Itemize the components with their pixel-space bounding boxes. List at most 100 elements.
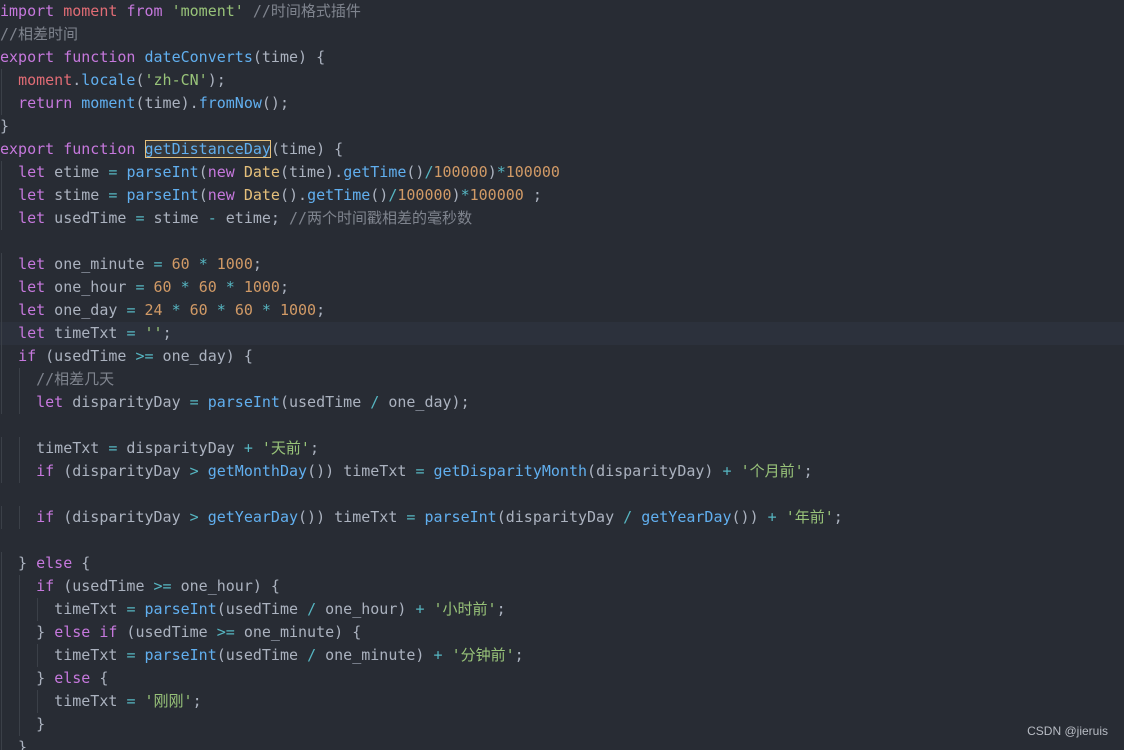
indent-guide — [1, 437, 2, 460]
indent-guide — [19, 391, 20, 414]
text-token: etime; — [216, 209, 289, 227]
code-line[interactable] — [0, 529, 1124, 552]
code-line[interactable]: return moment(time).fromNow(); — [0, 92, 1124, 115]
text-token: timeTxt — [0, 439, 109, 457]
code-line[interactable]: let one_minute = 60 * 1000; — [0, 253, 1124, 276]
function-token: fromNow — [198, 94, 262, 112]
number-token: 100000 — [505, 163, 560, 181]
operator-token: / — [623, 508, 633, 526]
function-token: parseInt — [144, 600, 217, 618]
code-line[interactable]: let usedTime = stime - etime; //两个时间戳相差的… — [0, 207, 1124, 230]
code-line[interactable]: } — [0, 115, 1124, 138]
keyword-token: let — [18, 278, 46, 296]
code-line[interactable]: } else { — [0, 552, 1124, 575]
code-line[interactable]: export function getDistanceDay(time) { — [0, 138, 1124, 161]
code-line[interactable]: } — [0, 713, 1124, 736]
indent-guide — [1, 161, 2, 184]
code-line[interactable] — [0, 483, 1124, 506]
number-token: 60 — [189, 301, 208, 319]
function-token: getDisparityMonth — [433, 462, 588, 480]
text-token: (disparityDay — [54, 462, 190, 480]
text-token: (usedTime — [117, 623, 217, 641]
punctuation-token: ; — [252, 255, 262, 273]
code-line[interactable]: let timeTxt = ''; — [0, 322, 1124, 345]
code-line[interactable]: if (disparityDay > getYearDay()) timeTxt… — [0, 506, 1124, 529]
indent-guide — [1, 345, 2, 368]
keyword-token: let — [36, 393, 64, 411]
code-area[interactable]: import moment from 'moment' //时间格式插件 //相差… — [0, 0, 1124, 750]
text-token: disparityDay — [117, 439, 244, 457]
indent-guide — [19, 368, 20, 391]
indent-guide — [1, 575, 2, 598]
code-line[interactable]: } else { — [0, 667, 1124, 690]
indent-guide — [19, 667, 20, 690]
code-line[interactable]: } else if (usedTime >= one_minute) { — [0, 621, 1124, 644]
code-line[interactable]: let etime = parseInt(new Date(time).getT… — [0, 161, 1124, 184]
keyword-token: let — [18, 324, 46, 342]
operator-token: = — [135, 278, 145, 296]
code-line[interactable]: let one_hour = 60 * 60 * 1000; — [0, 276, 1124, 299]
punctuation-token: } — [0, 117, 10, 135]
code-line[interactable]: } — [0, 736, 1124, 750]
function-token: getTime — [307, 186, 371, 204]
keyword-token: new — [207, 186, 235, 204]
code-line[interactable]: let one_day = 24 * 60 * 60 * 1000; — [0, 299, 1124, 322]
code-line[interactable]: timeTxt = '刚刚'; — [0, 690, 1124, 713]
keyword-token: from — [126, 2, 163, 20]
punctuation-token: ( — [198, 163, 208, 181]
operator-token: >= — [153, 577, 172, 595]
code-line[interactable]: export function dateConverts(time) { — [0, 46, 1124, 69]
keyword-token: if — [36, 462, 55, 480]
code-line[interactable]: timeTxt = disparityDay + '天前'; — [0, 437, 1124, 460]
code-line[interactable]: let disparityDay = parseInt(usedTime / o… — [0, 391, 1124, 414]
code-line[interactable]: //相差时间 — [0, 23, 1124, 46]
indent-guide — [1, 667, 2, 690]
code-line[interactable]: if (disparityDay > getMonthDay()) timeTx… — [0, 460, 1124, 483]
punctuation-token: ; — [496, 600, 506, 618]
keyword-token: let — [18, 209, 46, 227]
punctuation-token: ( — [198, 186, 208, 204]
code-line[interactable]: import moment from 'moment' //时间格式插件 — [0, 0, 1124, 23]
punctuation-token: ( — [270, 140, 280, 158]
indent-guide — [19, 460, 20, 483]
code-line[interactable] — [0, 414, 1124, 437]
string-token: 'moment' — [171, 2, 244, 20]
code-line[interactable]: timeTxt = parseInt(usedTime / one_minute… — [0, 644, 1124, 667]
text-token: etime — [45, 163, 109, 181]
punctuation-token: ). — [325, 163, 344, 181]
keyword-token: export — [0, 140, 55, 158]
code-line[interactable]: moment.locale('zh-CN'); — [0, 69, 1124, 92]
operator-token: >= — [135, 347, 154, 365]
code-line[interactable]: if (usedTime >= one_day) { — [0, 345, 1124, 368]
text-token: one_minute — [45, 255, 154, 273]
keyword-token: return — [18, 94, 73, 112]
keyword-token: if — [18, 347, 37, 365]
code-line[interactable] — [0, 230, 1124, 253]
code-line[interactable]: timeTxt = parseInt(usedTime / one_hour) … — [0, 598, 1124, 621]
operator-token: / — [307, 600, 317, 618]
punctuation-token: ; — [279, 278, 289, 296]
punctuation-token: ; — [309, 439, 319, 457]
string-token: '年前' — [785, 508, 834, 526]
code-line[interactable]: let stime = parseInt(new Date().getTime(… — [0, 184, 1124, 207]
code-editor[interactable]: import moment from 'moment' //时间格式插件 //相差… — [0, 0, 1124, 750]
code-line[interactable]: if (usedTime >= one_hour) { — [0, 575, 1124, 598]
indent-guide — [1, 690, 2, 713]
text-token: one_hour) — [316, 600, 416, 618]
code-line[interactable]: //相差几天 — [0, 368, 1124, 391]
indent-guide — [19, 713, 20, 736]
text-token: time — [144, 94, 181, 112]
indent-guide — [19, 690, 20, 713]
